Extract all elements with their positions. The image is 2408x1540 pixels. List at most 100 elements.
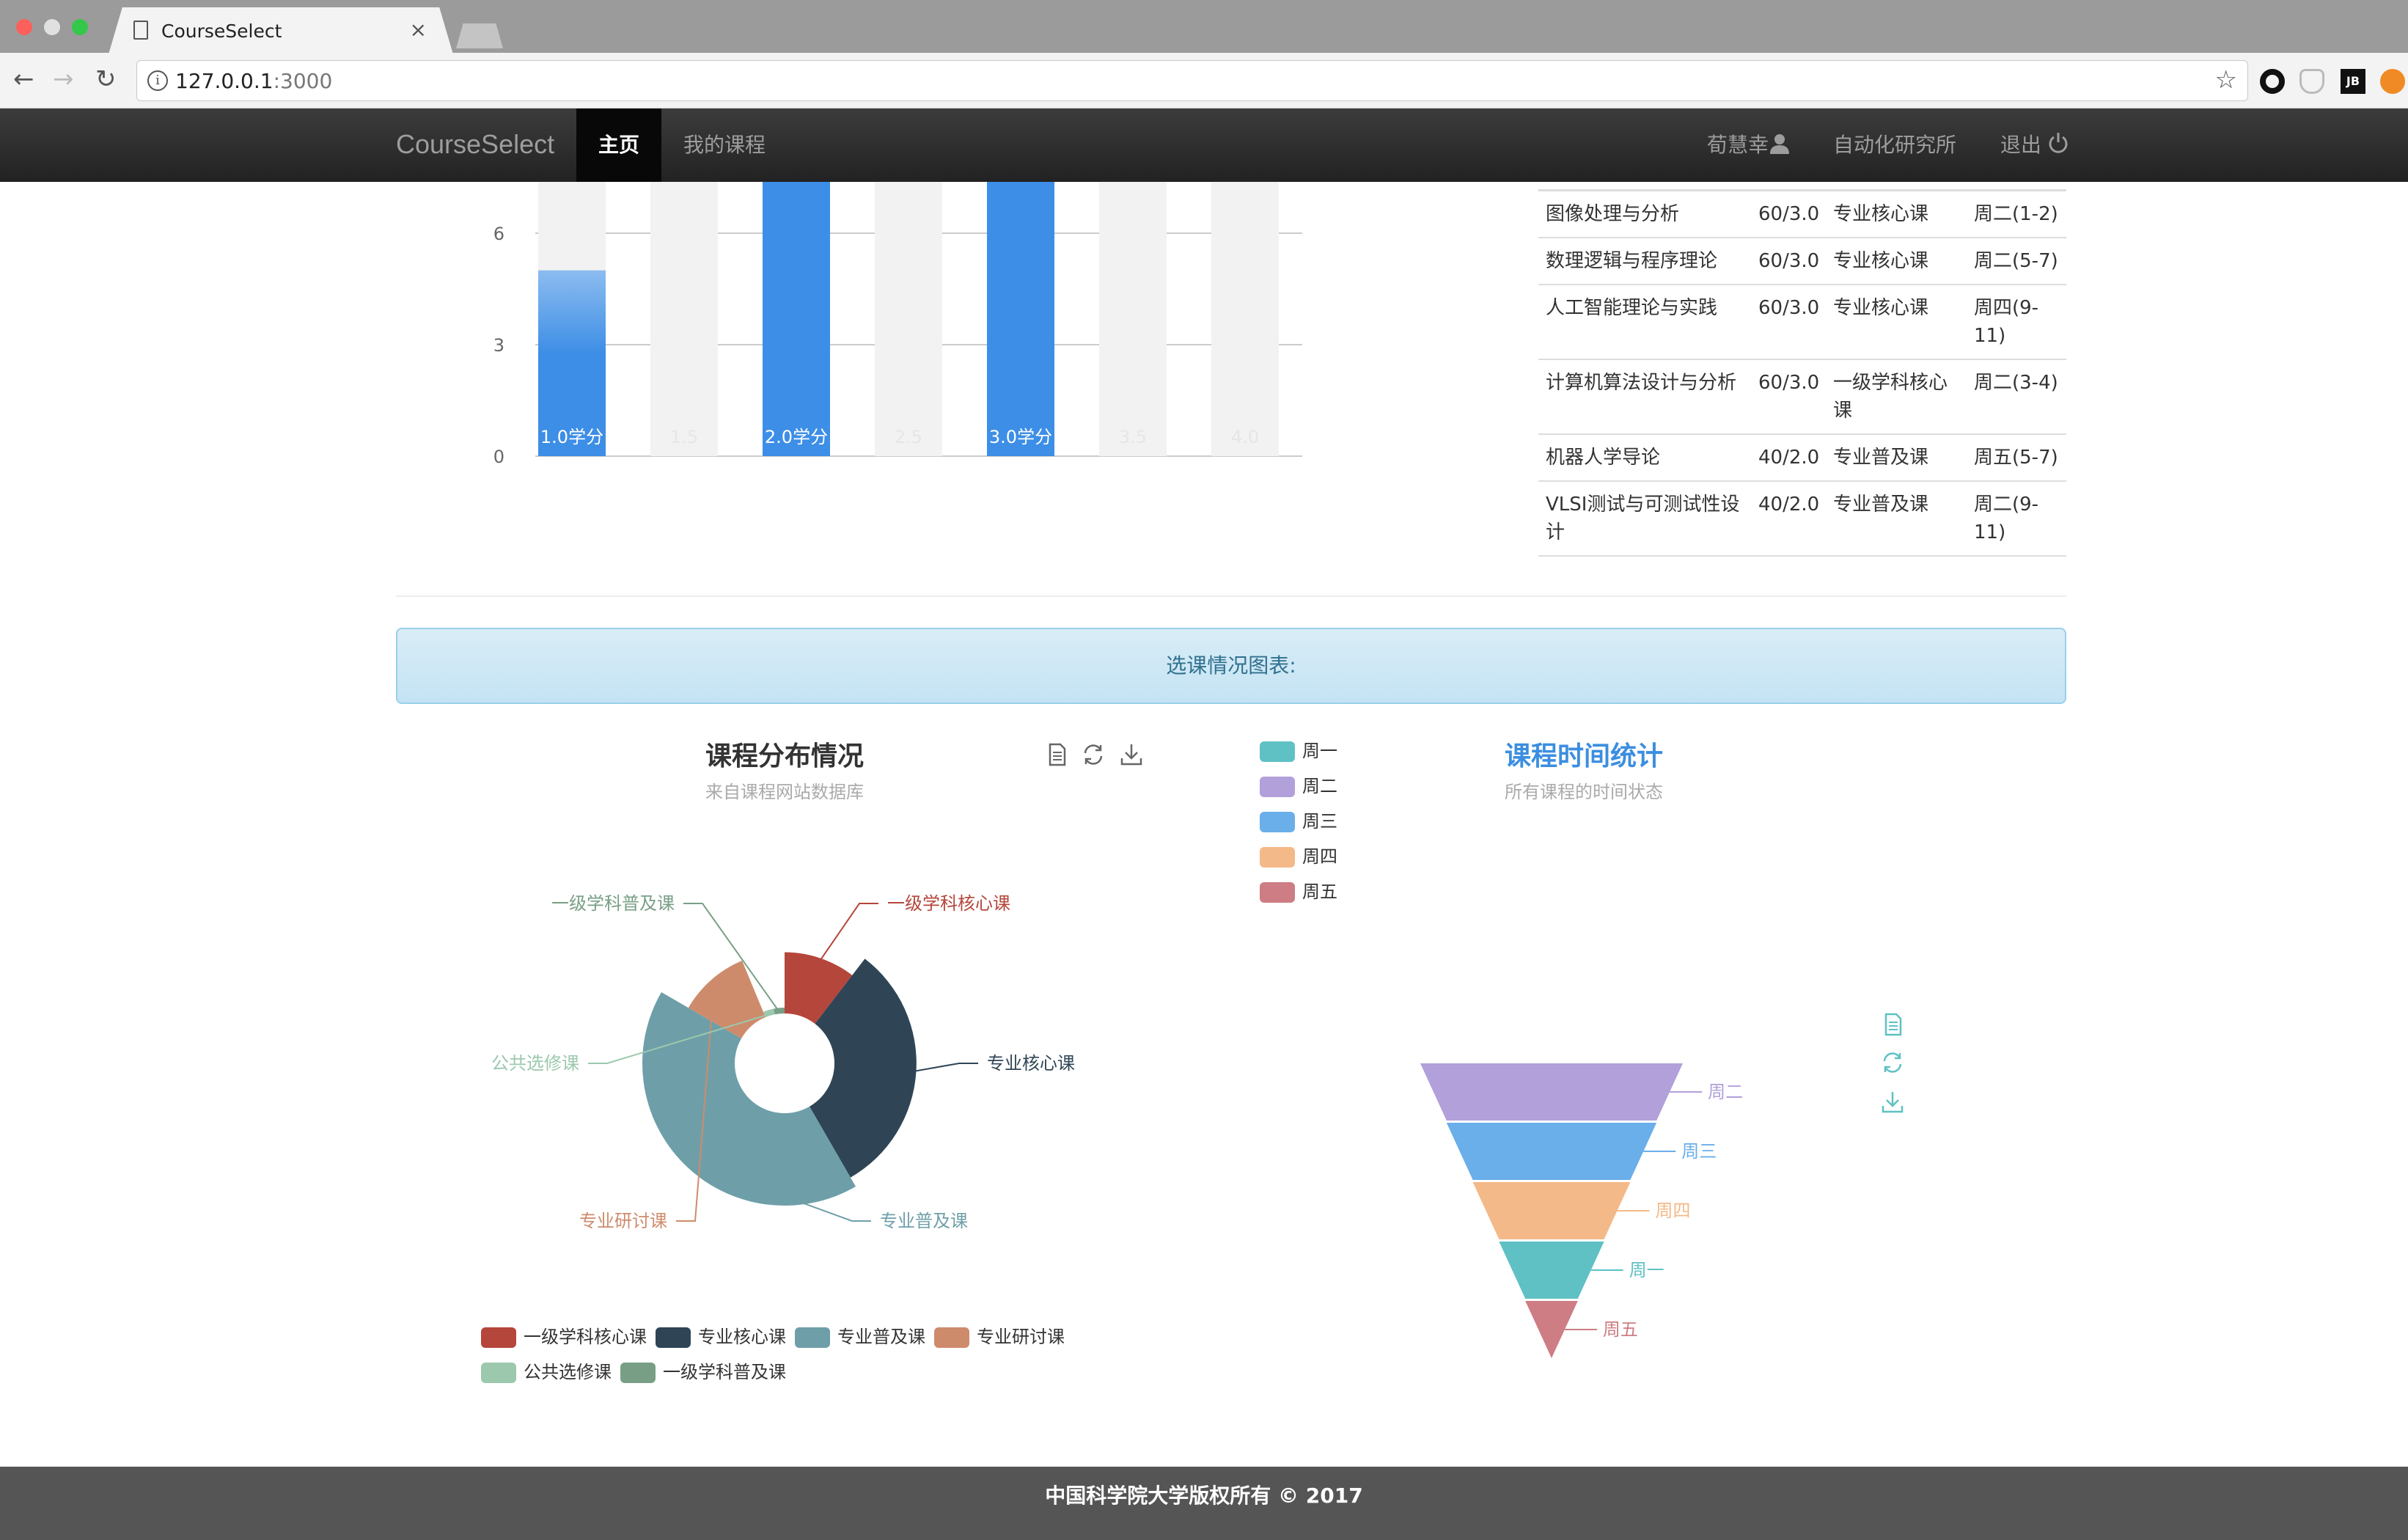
pie-legend-item[interactable]: 专业研讨课 bbox=[934, 1324, 1065, 1349]
bar[interactable] bbox=[763, 182, 830, 456]
course-hours-credits: 40/2.0 bbox=[1755, 480, 1826, 557]
legend-swatch bbox=[620, 1363, 656, 1383]
legend-swatch bbox=[1260, 777, 1295, 797]
pie-legend-item[interactable]: 专业核心课 bbox=[656, 1324, 786, 1349]
course-name: VLSI测试与可测试性设计 bbox=[1538, 480, 1755, 557]
course-time: 周二(3-4) bbox=[1967, 359, 2066, 434]
pie-legend: 一级学科核心课 专业核心课 专业普及课 专业研讨课公共选修课 一级学科普及课 bbox=[481, 1324, 1112, 1395]
pie-leader-line bbox=[911, 1063, 978, 1073]
pie-slice-label: 公共选修课 bbox=[491, 1053, 579, 1074]
extension-jb-icon[interactable]: JB bbox=[2341, 69, 2365, 94]
funnel-stage[interactable] bbox=[1446, 1123, 1657, 1180]
pie-legend-item[interactable]: 公共选修课 bbox=[481, 1360, 612, 1385]
funnel-legend-item[interactable]: 周一 bbox=[1260, 738, 1337, 773]
bar-category-label: 3.0学分 bbox=[989, 427, 1052, 447]
user-icon bbox=[1770, 134, 1790, 154]
funnel-stage[interactable] bbox=[1499, 1242, 1604, 1299]
course-category: 专业核心课 bbox=[1826, 237, 1967, 285]
bar-y-tick-label: 6 bbox=[493, 224, 504, 244]
funnel-stage-label: 周一 bbox=[1629, 1260, 1664, 1280]
funnel-stage[interactable] bbox=[1472, 1182, 1631, 1239]
browser-tab[interactable]: CourseSelect × bbox=[109, 7, 453, 54]
nav-logout[interactable]: 退出 bbox=[2000, 109, 2069, 182]
browser-tabstrip: CourseSelect × bbox=[0, 0, 2408, 54]
funnel-legend-item[interactable]: 周五 bbox=[1260, 879, 1337, 914]
window-minimize-button[interactable] bbox=[44, 19, 60, 35]
nav-home[interactable]: 主页 bbox=[576, 109, 661, 182]
funnel-legend-item[interactable]: 周四 bbox=[1260, 843, 1337, 879]
legend-label: 周五 bbox=[1302, 881, 1337, 902]
reload-icon[interactable]: ↻ bbox=[95, 65, 117, 94]
bar-category-label: 1.0学分 bbox=[540, 427, 603, 447]
tab-close-icon[interactable]: × bbox=[410, 18, 427, 42]
course-table: 图像处理与分析 60/3.0 专业核心课 周二(1-2) 数理逻辑与程序理论 60/3.0… bbox=[1538, 189, 2066, 557]
data-view-icon[interactable] bbox=[1044, 742, 1069, 767]
nav-institute[interactable]: 自动化研究所 bbox=[1833, 109, 1956, 182]
course-category: 专业普及课 bbox=[1826, 433, 1967, 481]
charts-panel-heading: 选课情况图表: bbox=[396, 628, 2066, 704]
course-name: 数理逻辑与程序理论 bbox=[1538, 237, 1755, 285]
legend-label: 公共选修课 bbox=[524, 1362, 612, 1382]
window-maximize-button[interactable] bbox=[72, 19, 88, 35]
course-distribution-rose-chart: 一级学科核心课专业核心课专业普及课 专业研讨课 公共选修课 一级学科普及课 bbox=[491, 893, 1075, 1231]
funnel-legend-item[interactable]: 周二 bbox=[1260, 773, 1337, 808]
course-hours-credits: 60/3.0 bbox=[1755, 189, 1826, 238]
extension-orange-icon[interactable] bbox=[2380, 69, 2405, 94]
pie-slices bbox=[642, 952, 917, 1206]
pie-slice-label: 一级学科普及课 bbox=[551, 893, 675, 914]
new-tab-button[interactable] bbox=[456, 23, 503, 48]
table-row: 计算机算法设计与分析 60/3.0 一级学科核心课 周二(3-4) bbox=[1538, 359, 2066, 434]
course-name: 图像处理与分析 bbox=[1538, 189, 1755, 238]
tab-title: CourseSelect bbox=[161, 21, 282, 42]
legend-swatch bbox=[1260, 847, 1295, 868]
course-category: 专业核心课 bbox=[1826, 284, 1967, 359]
info-icon[interactable]: i bbox=[147, 70, 168, 91]
site-navbar: CourseSelect 主页 我的课程 荀慧幸 自动化研究所 退出 bbox=[0, 109, 2408, 182]
window-close-button[interactable] bbox=[16, 19, 32, 35]
document-icon bbox=[133, 21, 148, 40]
bar-y-tick-label: 0 bbox=[493, 447, 504, 467]
funnel-stage-label: 周二 bbox=[1708, 1082, 1743, 1102]
course-name: 机器人学导论 bbox=[1538, 433, 1755, 481]
course-time: 周五(5-7) bbox=[1967, 433, 2066, 481]
table-row: 图像处理与分析 60/3.0 专业核心课 周二(1-2) bbox=[1538, 189, 2066, 238]
bar-y-tick-label: 3 bbox=[493, 335, 504, 356]
bar[interactable] bbox=[987, 182, 1054, 456]
pie-slice-label: 一级学科核心课 bbox=[887, 893, 1010, 914]
legend-swatch bbox=[481, 1327, 516, 1348]
pie-chart-title: 课程分布情况 bbox=[705, 741, 865, 771]
legend-swatch bbox=[934, 1327, 969, 1348]
pie-legend-item[interactable]: 专业普及课 bbox=[795, 1324, 925, 1349]
bar-chart-bars bbox=[538, 182, 1054, 456]
funnel-stage-label: 周四 bbox=[1656, 1200, 1691, 1221]
bar-category-label: 1.5 bbox=[670, 427, 698, 447]
legend-swatch bbox=[1260, 812, 1295, 832]
bookmark-star-icon[interactable]: ☆ bbox=[2215, 65, 2237, 95]
funnel-legend-item[interactable]: 周三 bbox=[1260, 808, 1337, 843]
nav-user[interactable]: 荀慧幸 bbox=[1707, 109, 1790, 182]
forward-arrow-icon[interactable]: → bbox=[53, 65, 74, 94]
pie-legend-item[interactable]: 一级学科核心课 bbox=[481, 1324, 647, 1349]
table-row: 数理逻辑与程序理论 60/3.0 专业核心课 周二(5-7) bbox=[1538, 237, 2066, 285]
pie-slice-label: 专业普及课 bbox=[880, 1211, 968, 1231]
funnel-data-view-icon[interactable] bbox=[1880, 1012, 1905, 1037]
funnel-chart-title: 课程时间统计 bbox=[1505, 741, 1664, 771]
download-icon[interactable] bbox=[1119, 742, 1144, 767]
brand-link[interactable]: CourseSelect bbox=[396, 129, 554, 160]
address-bar[interactable]: i 127.0.0.1:3000 ☆ bbox=[136, 60, 2248, 101]
extension-circle-icon[interactable] bbox=[2260, 69, 2285, 94]
pie-chart-subtitle: 来自课程网站数据库 bbox=[705, 782, 864, 802]
course-hours-credits: 60/3.0 bbox=[1755, 359, 1826, 434]
back-arrow-icon[interactable]: ← bbox=[13, 65, 34, 94]
legend-swatch bbox=[795, 1327, 830, 1348]
course-hours-credits: 60/3.0 bbox=[1755, 237, 1826, 285]
funnel-stage[interactable] bbox=[1420, 1063, 1683, 1121]
legend-label: 周四 bbox=[1302, 846, 1337, 867]
pie-slice-label: 专业核心课 bbox=[987, 1053, 1075, 1074]
bar-background bbox=[875, 182, 942, 456]
refresh-icon[interactable] bbox=[1081, 742, 1106, 767]
extension-shield-icon[interactable] bbox=[2299, 69, 2324, 94]
legend-label: 周二 bbox=[1302, 776, 1337, 796]
pie-legend-item[interactable]: 一级学科普及课 bbox=[620, 1360, 786, 1385]
nav-my-courses[interactable]: 我的课程 bbox=[683, 109, 766, 182]
